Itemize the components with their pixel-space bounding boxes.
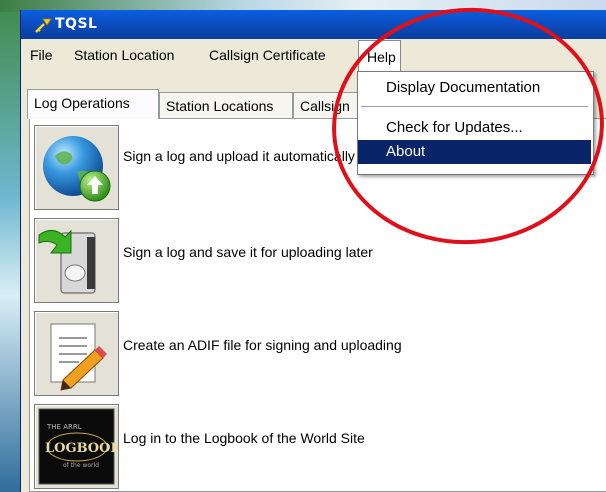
menu-item-label: Display Documentation (386, 79, 541, 96)
menu-separator (361, 106, 588, 108)
menu-item-display-documentation[interactable]: Display Documentation (358, 76, 591, 100)
menu-callsign-certificate[interactable]: Callsign Certificate (209, 47, 326, 63)
menu-item-about[interactable]: About (358, 140, 591, 164)
logbook-site-label: Log in to the Logbook of the World Site (123, 430, 365, 446)
sign-save-button[interactable] (34, 218, 119, 303)
sign-save-label: Sign a log and save it for uploading lat… (123, 244, 373, 260)
tab-label: Station Locations (166, 98, 274, 114)
menu-help[interactable]: Help (358, 40, 401, 71)
svg-text:THE ARRL: THE ARRL (46, 423, 82, 431)
globe-upload-icon (43, 136, 111, 202)
document-pencil-icon (50, 323, 107, 391)
menu-help-label: Help (367, 49, 396, 65)
menu-item-label: About (386, 143, 426, 160)
tab-log-operations[interactable]: Log Operations (27, 89, 159, 119)
logbook-site-button[interactable]: THE ARRL LOGBOOK of the world (34, 404, 122, 489)
tab-label: Log Operations (34, 95, 130, 111)
sign-upload-label: Sign a log and upload it automatically (123, 148, 355, 164)
menu-item-check-updates[interactable]: Check for Updates... (358, 116, 591, 140)
menu-file[interactable]: File (30, 47, 53, 63)
window-title: TQSL (55, 16, 98, 32)
menu-bar: File Station Location Callsign Certifica… (21, 39, 606, 72)
title-bar[interactable]: TQSL (21, 10, 606, 39)
tab-label: Callsign (300, 98, 350, 114)
svg-text:of the world: of the world (63, 462, 99, 469)
create-adif-button[interactable] (34, 311, 119, 396)
tab-callsign[interactable]: Callsign (293, 92, 363, 118)
svg-text:LOGBOOK: LOGBOOK (45, 441, 118, 456)
key-icon (35, 18, 52, 33)
menu-item-label: Check for Updates... (386, 119, 523, 136)
menu-station-location[interactable]: Station Location (74, 47, 174, 63)
tab-station-locations[interactable]: Station Locations (159, 92, 293, 118)
create-adif-label: Create an ADIF file for signing and uplo… (123, 337, 402, 353)
help-menu-dropdown: Display Documentation Check for Updates.… (357, 71, 594, 175)
sign-upload-button[interactable] (34, 125, 119, 210)
logbook-logo-icon: THE ARRL LOGBOOK of the world (38, 408, 122, 485)
save-file-icon (38, 229, 96, 294)
